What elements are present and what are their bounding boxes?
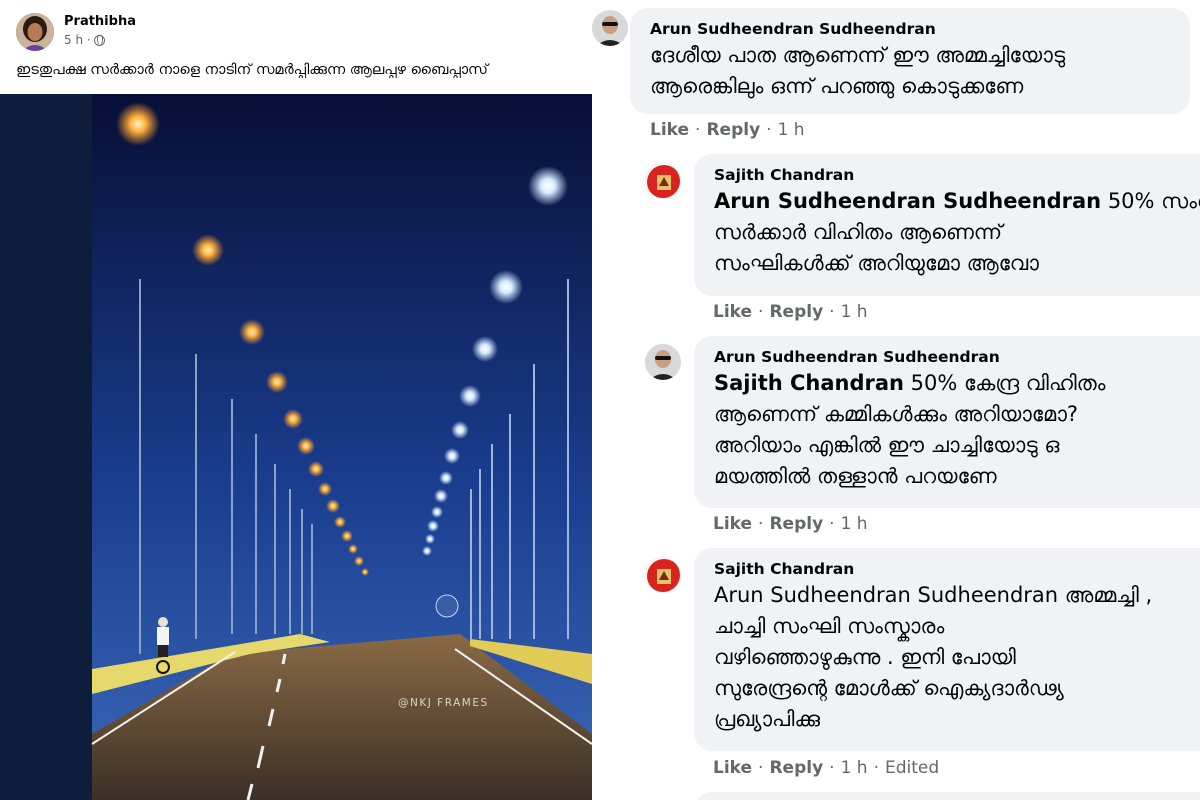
separator: ·: [758, 758, 764, 778]
globe-icon[interactable]: [93, 34, 105, 46]
comment-actions: Like · Reply · 1 h: [713, 514, 868, 534]
comment-text: ദേശീയ പാത ആണെന്ന് ഈ അമ്മച്ചിയോടു ആരെങ്കി…: [650, 43, 1066, 98]
separator: ·: [758, 302, 764, 322]
separator: ·: [829, 514, 835, 534]
edited-label: Edited: [884, 758, 940, 778]
comment-author[interactable]: Arun Sudheendran Sudheendran: [650, 18, 1174, 40]
screenshot-root: Prathibha 5 h · ഇടതുപക്ഷ സർക്കാർ നാളെ നാ…: [0, 0, 1200, 800]
comment-bubble: Arun Sudheendran Sudheendran Sajith Chan…: [694, 336, 1200, 508]
comment-bubble: Sajith Chandran Arun Sudheendran Sudheen…: [694, 154, 1200, 296]
comment-author[interactable]: Arun Sudheendran Sudheendran: [714, 346, 1200, 368]
mention-tag[interactable]: Arun Sudheendran Sudheendran: [714, 189, 1101, 213]
commenter-avatar[interactable]: [645, 163, 681, 199]
commenter-avatar[interactable]: [645, 344, 681, 380]
comment-actions: Like · Reply · 1 h: [650, 120, 805, 140]
reply-button[interactable]: Reply: [769, 514, 823, 534]
like-button[interactable]: Like: [713, 302, 752, 322]
comment-actions: Like · Reply · 1 h: [713, 302, 868, 322]
post-photo[interactable]: @NKJ FRAMES: [0, 94, 592, 800]
post-meta: 5 h ·: [64, 33, 105, 47]
like-button[interactable]: Like: [713, 758, 752, 778]
comment-time[interactable]: 1 h: [841, 302, 868, 322]
mention-tag[interactable]: Sajith Chandran: [714, 371, 904, 395]
photo-watermark: @NKJ FRAMES: [398, 697, 489, 709]
comment-text: Arun Sudheendran Sudheendran അമ്മച്ചി , …: [714, 583, 1153, 731]
comment-author[interactable]: Sajith Chandran: [714, 558, 1200, 580]
comment-actions: Like · Reply · 1 h · Edited: [713, 758, 939, 778]
facebook-post: Prathibha 5 h · ഇടതുപക്ഷ സർക്കാർ നാളെ നാ…: [0, 0, 592, 800]
separator: ·: [829, 302, 835, 322]
post-text: ഇടതുപക്ഷ സർക്കാർ നാളെ നാടിന് സമർപ്പിക്കു…: [16, 62, 488, 78]
separator: ·: [758, 514, 764, 534]
reply-button[interactable]: Reply: [769, 302, 823, 322]
comment-time[interactable]: 1 h: [778, 120, 805, 140]
separator: ·: [873, 758, 879, 778]
comment-author[interactable]: Sajith Chandran: [714, 164, 1200, 186]
comment-bubble: Sajith Chandran Arun Sudheendran Sudheen…: [694, 548, 1200, 751]
like-button[interactable]: Like: [650, 120, 689, 140]
author-avatar[interactable]: [16, 13, 54, 51]
commenter-avatar[interactable]: [645, 557, 681, 593]
separator: ·: [766, 120, 772, 140]
separator: ·: [695, 120, 701, 140]
post-time[interactable]: 5 h ·: [64, 33, 91, 47]
post-author-name[interactable]: Prathibha: [64, 14, 136, 29]
comment-time[interactable]: 1 h: [841, 514, 868, 534]
separator: ·: [829, 758, 835, 778]
reply-button[interactable]: Reply: [706, 120, 760, 140]
reply-button[interactable]: Reply: [769, 758, 823, 778]
post-header: Prathibha 5 h · ഇടതുപക്ഷ സർക്കാർ നാളെ നാ…: [0, 0, 592, 94]
like-button[interactable]: Like: [713, 514, 752, 534]
comment-bubble: Arun Sudheendran Sudheendran ദേശീയ പാത ആ…: [630, 8, 1190, 114]
comment-text: Sajith Chandran 50% കേന്ദ്ര വിഹിതം ആണെന്…: [714, 368, 1200, 492]
commenter-avatar[interactable]: [592, 10, 628, 46]
comment-time[interactable]: 1 h: [841, 758, 868, 778]
comment-bubble-partial: [694, 792, 1200, 800]
comment-text: Arun Sudheendran Sudheendran 50% സംസ സർക…: [714, 186, 1200, 279]
comments-panel: Arun Sudheendran Sudheendran ദേശീയ പാത ആ…: [592, 0, 1200, 800]
